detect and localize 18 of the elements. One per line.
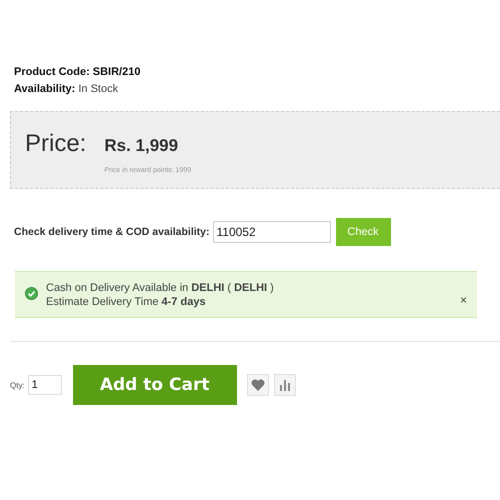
pincode-input[interactable]: 110052 <box>212 221 330 243</box>
qty-label: Qty: <box>10 380 25 390</box>
info-value: SBIR/210 <box>92 66 140 78</box>
check-circle-icon <box>25 287 38 300</box>
info-label: Availability: <box>14 83 76 95</box>
delivery-label: Check delivery time & COD availability: <box>14 226 210 238</box>
price-value: Rs. 1,999 <box>104 136 180 156</box>
alert-text: Estimate Delivery Time 4-7 days <box>46 294 207 308</box>
alert-text: Cash on Delivery Available in DELHI ( DELHI ) <box>46 280 274 294</box>
wishlist-button[interactable] <box>246 374 269 396</box>
price-label: Price: <box>25 130 86 158</box>
heart-icon <box>250 379 265 391</box>
bar-chart-icon <box>278 379 291 391</box>
compare-button[interactable] <box>274 374 296 396</box>
info-value: In Stock <box>78 83 118 95</box>
qty-input[interactable]: 1 <box>28 375 62 395</box>
close-button[interactable]: × <box>460 294 467 306</box>
info-label: Product Code: <box>14 66 90 78</box>
